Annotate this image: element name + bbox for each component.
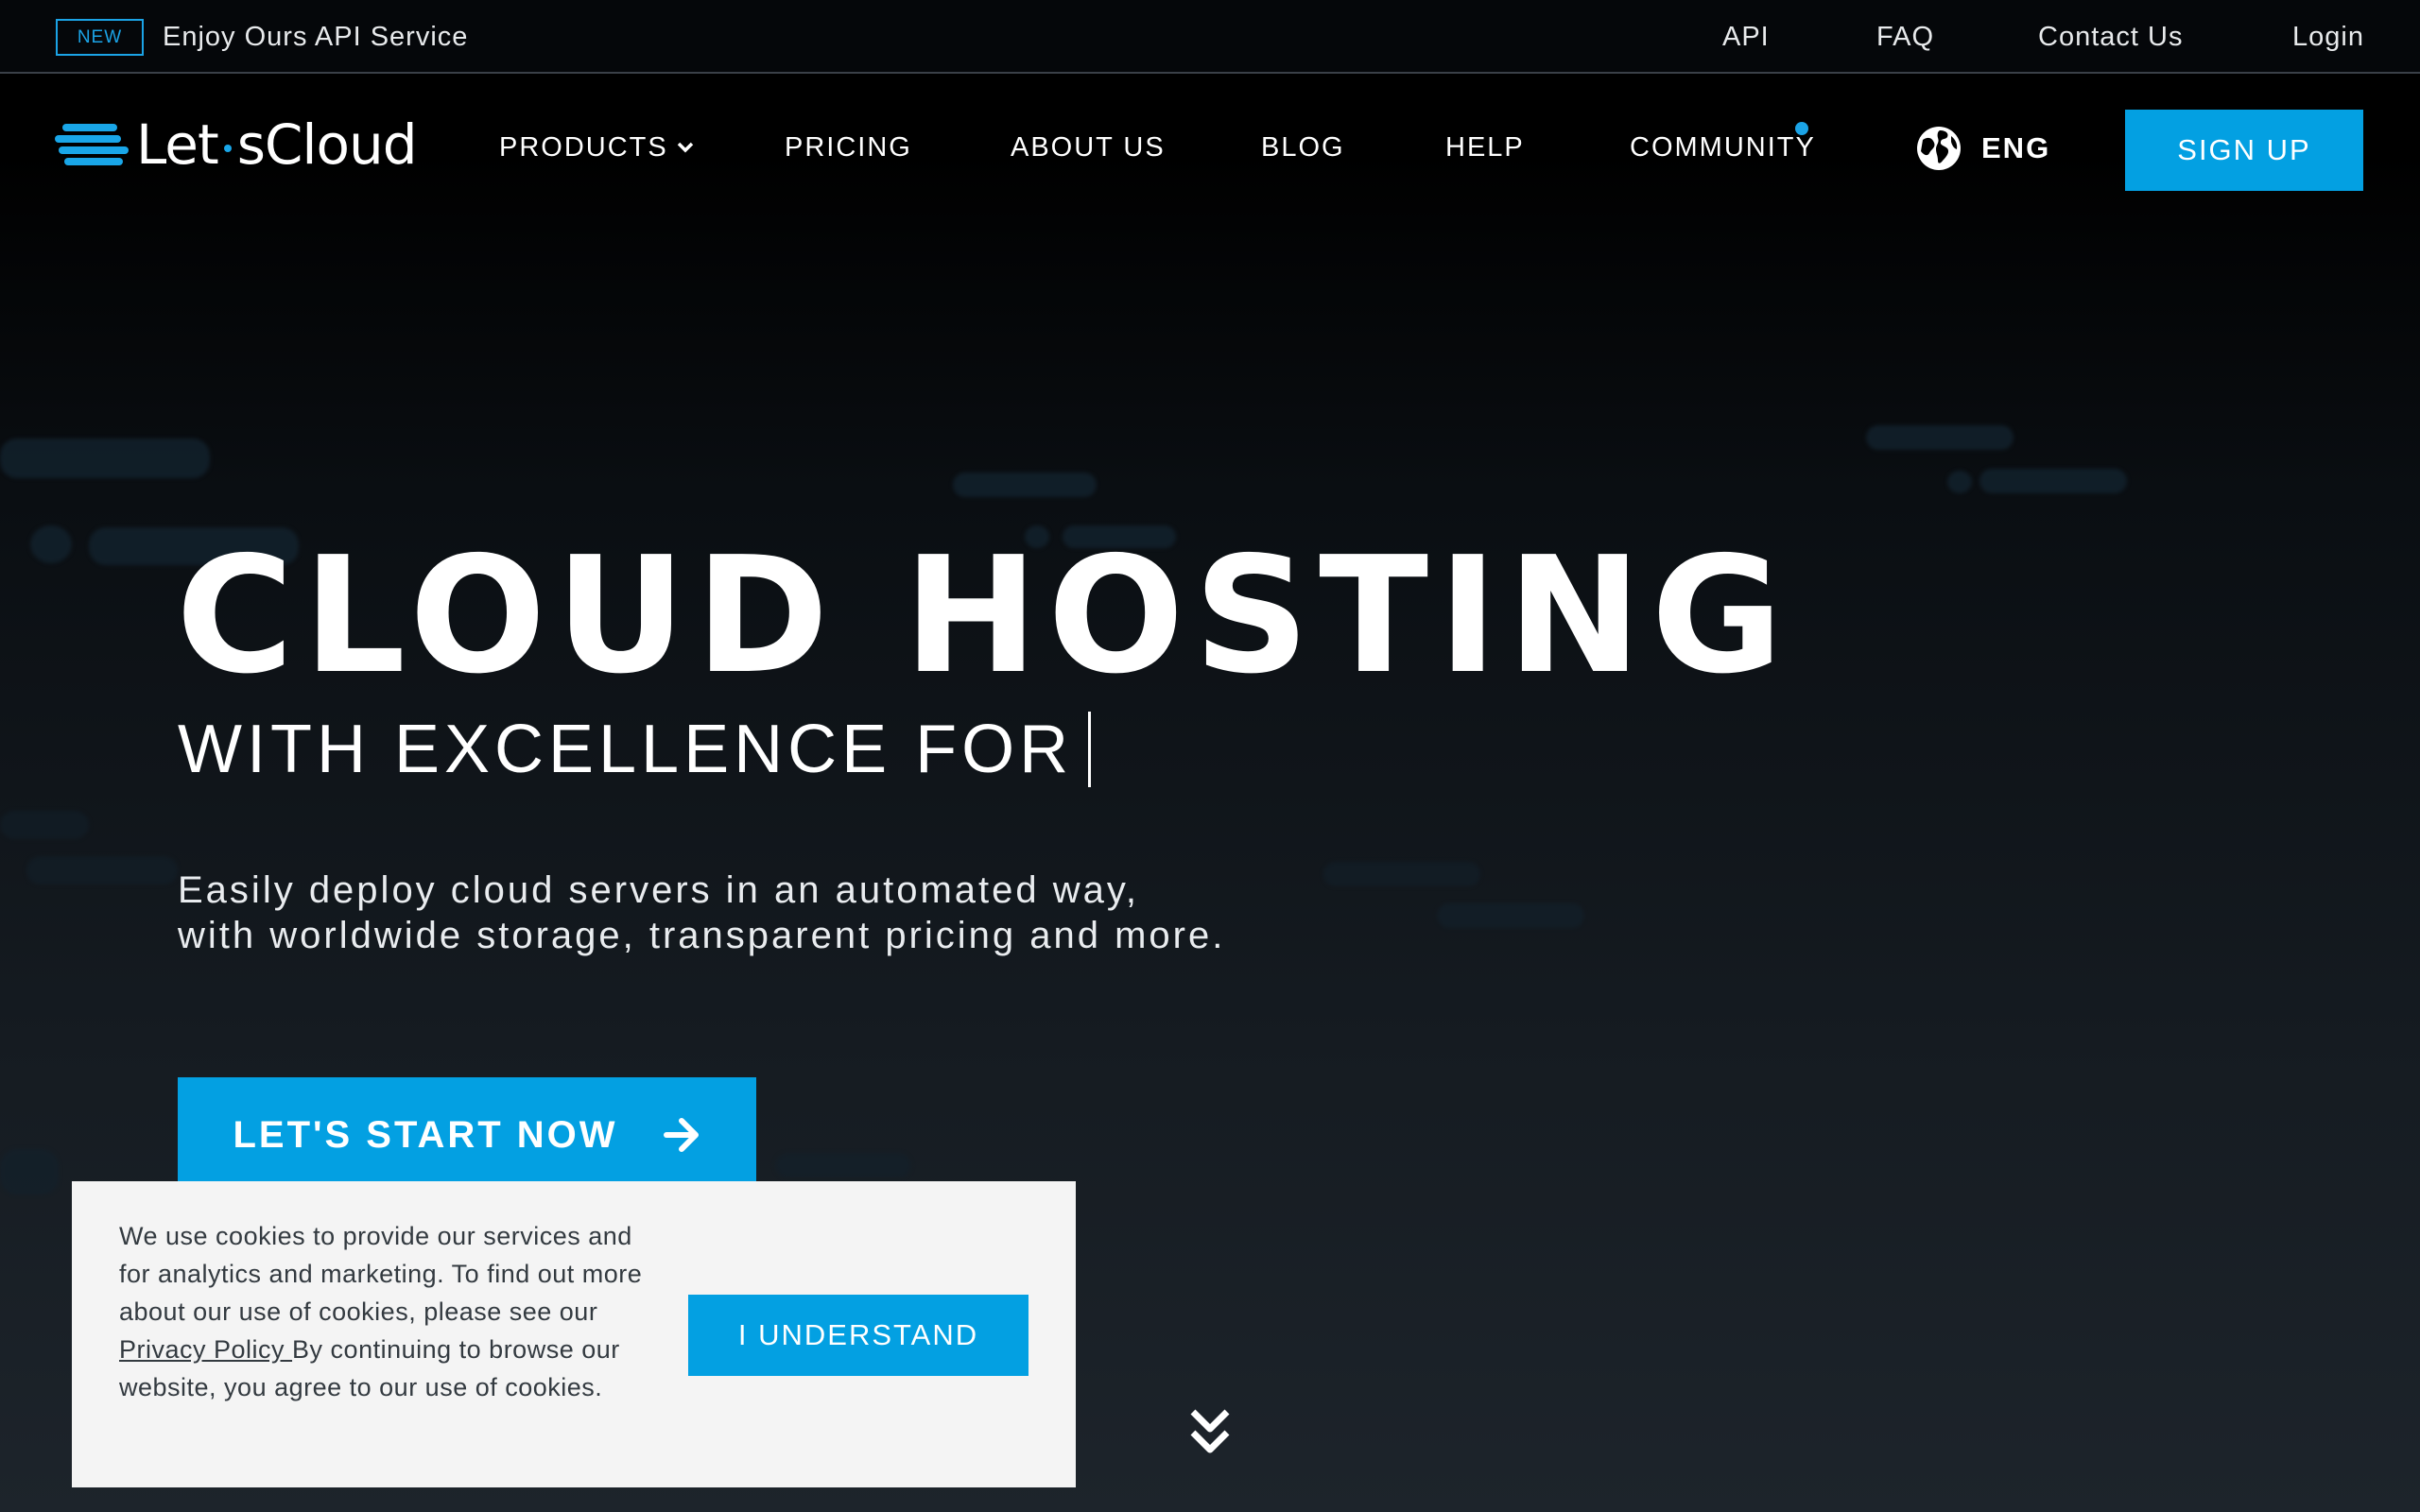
- nav-item-about-us[interactable]: ABOUT US: [1011, 126, 1166, 169]
- hero-subtitle-text: WITH EXCELLENCE FOR: [178, 712, 1074, 787]
- nav-item-help[interactable]: HELP: [1445, 126, 1525, 169]
- top-link-contact-us[interactable]: Contact Us: [2038, 19, 2183, 56]
- typing-cursor: [1088, 712, 1092, 787]
- hero-description-line-2: with worldwide storage, transparent pric…: [178, 915, 1226, 956]
- chevron-down-icon: [677, 142, 693, 153]
- cookie-message: We use cookies to provide our services a…: [119, 1222, 643, 1401]
- nav-item-pricing[interactable]: PRICING: [785, 126, 912, 169]
- logo[interactable]: Let sCloud: [55, 112, 447, 178]
- language-selector[interactable]: ENG: [1915, 123, 2050, 174]
- hero-subtitle: WITH EXCELLENCE FOR: [178, 709, 1092, 790]
- logo-wordmark: Let sCloud: [136, 112, 418, 177]
- nav-item-products[interactable]: PRODUCTS: [499, 126, 695, 169]
- cta-label: LET'S START NOW: [233, 1113, 618, 1156]
- privacy-policy-link[interactable]: Privacy Policy: [119, 1335, 292, 1364]
- double-chevron-down-icon[interactable]: [1189, 1406, 1231, 1457]
- announcement-bar: NEW Enjoy Ours API Service API FAQ Conta…: [0, 0, 2420, 74]
- new-badge: NEW: [56, 19, 144, 56]
- hero-description-line-1: Easily deploy cloud servers in an automa…: [178, 869, 1140, 911]
- community-notification-dot: [1795, 122, 1808, 135]
- nav-item-products-label: PRODUCTS: [499, 131, 668, 163]
- cookie-banner: We use cookies to provide our services a…: [72, 1181, 1076, 1487]
- top-link-faq[interactable]: FAQ: [1876, 19, 1934, 56]
- lets-start-now-button[interactable]: LET'S START NOW: [178, 1077, 756, 1193]
- top-link-login[interactable]: Login: [2292, 19, 2364, 56]
- top-link-api[interactable]: API: [1722, 19, 1770, 56]
- globe-icon: [1917, 127, 1961, 170]
- announcement-link[interactable]: Enjoy Ours API Service: [163, 19, 468, 56]
- hero-description: Easily deploy cloud servers in an automa…: [178, 868, 1312, 958]
- sign-up-button[interactable]: SIGN UP: [2125, 110, 2363, 191]
- i-understand-button[interactable]: I UNDERSTAND: [688, 1295, 1028, 1376]
- hero-title: CLOUD HOSTING: [176, 523, 1793, 710]
- language-label: ENG: [1981, 131, 2051, 164]
- nav-item-community[interactable]: COMMUNITY: [1630, 126, 1816, 169]
- cloud-logo-icon: [55, 124, 129, 165]
- nav-item-blog[interactable]: BLOG: [1261, 126, 1345, 169]
- arrow-right-icon: [663, 1118, 699, 1152]
